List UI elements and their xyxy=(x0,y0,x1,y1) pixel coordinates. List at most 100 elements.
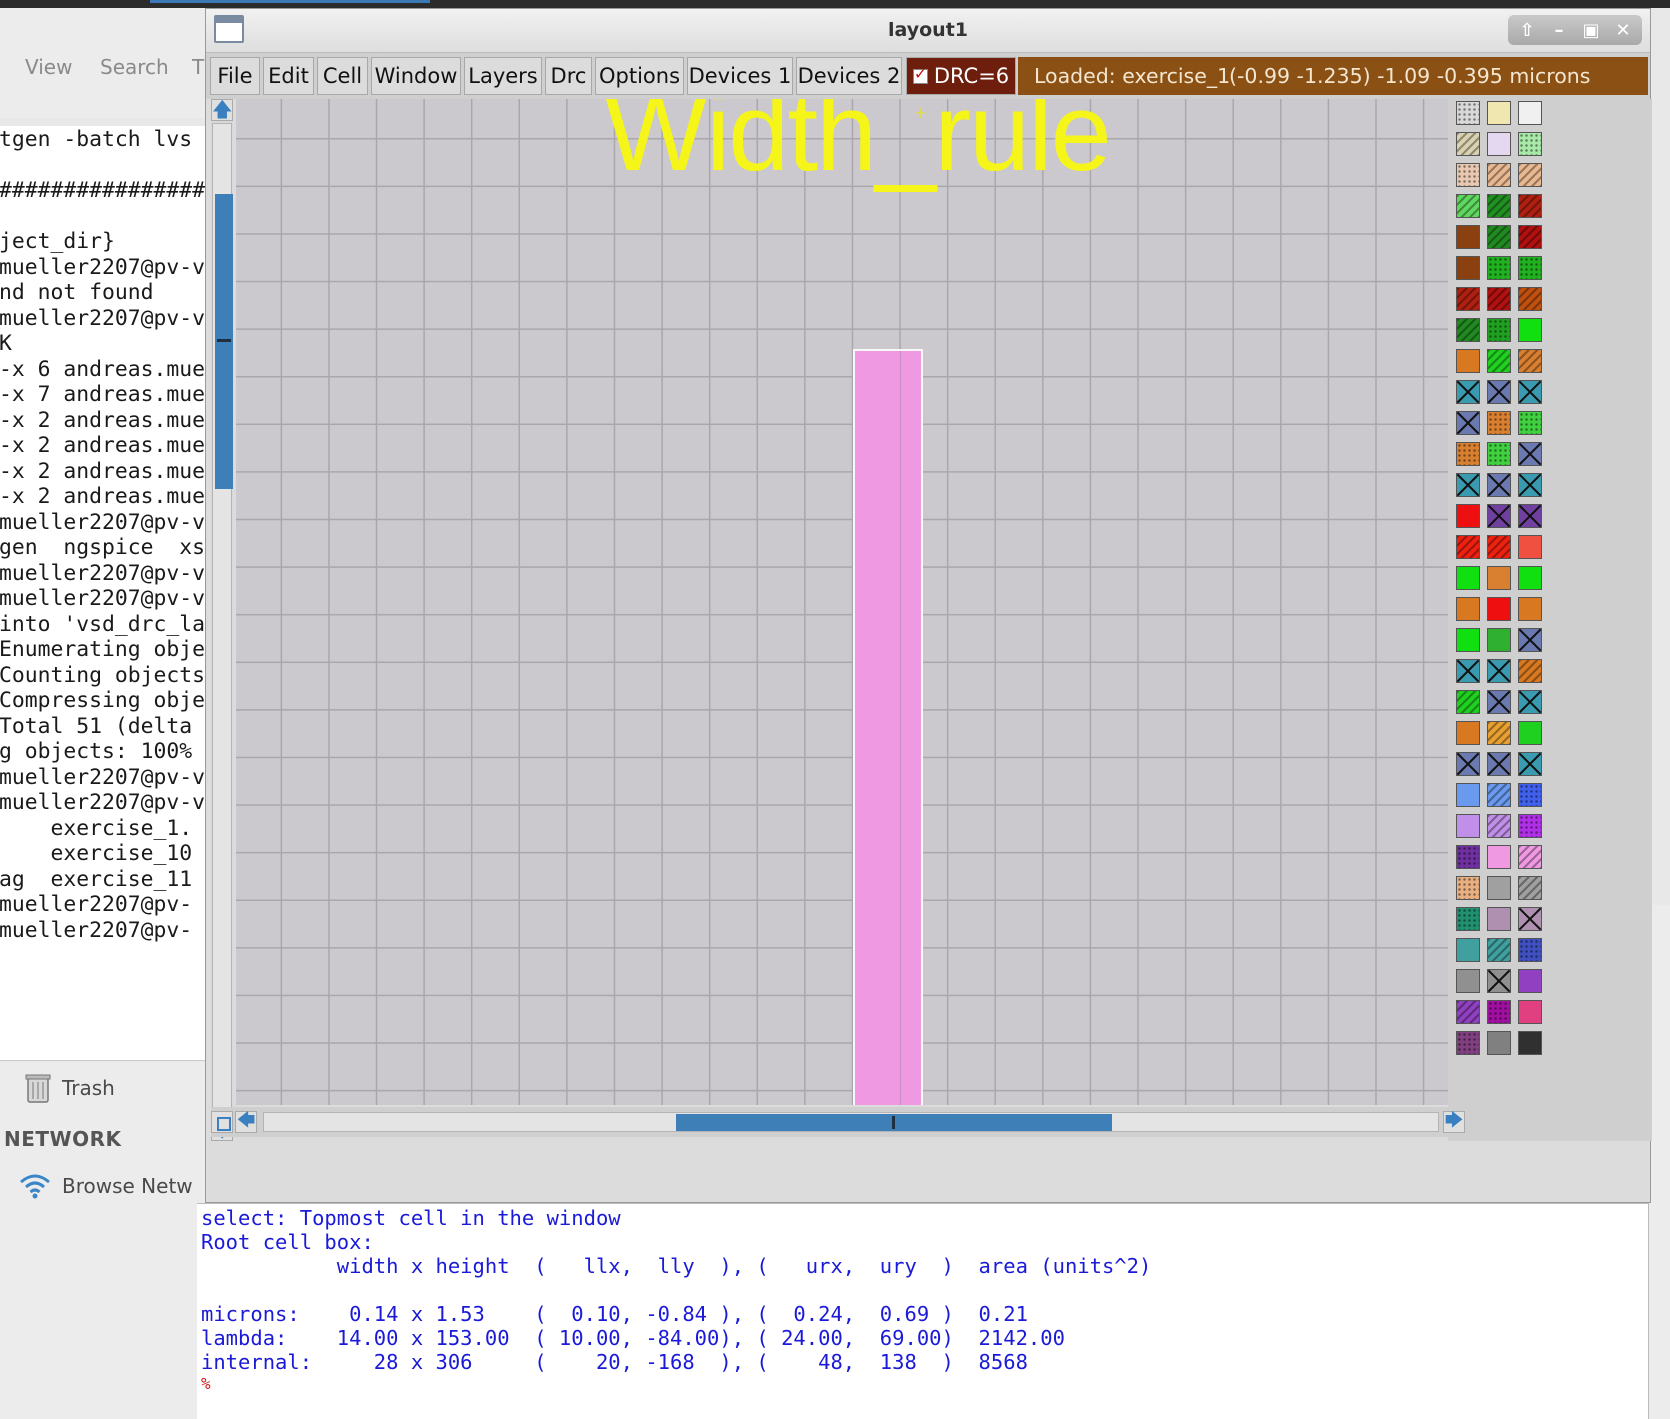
layer-swatch[interactable] xyxy=(1487,876,1511,900)
vertical-scroll-thumb[interactable] xyxy=(215,194,233,489)
layer-swatch[interactable] xyxy=(1487,101,1511,125)
layer-swatch[interactable] xyxy=(1518,752,1542,776)
drc-checkbox[interactable] xyxy=(912,64,928,84)
layer-swatch[interactable] xyxy=(1487,287,1511,311)
menu-options[interactable]: Options xyxy=(595,57,684,95)
menu-cell[interactable]: Cell xyxy=(317,57,368,95)
layer-swatch[interactable] xyxy=(1456,783,1480,807)
vertical-scrollbar[interactable]: 🡅 🡇 xyxy=(211,99,233,1141)
layer-swatch[interactable] xyxy=(1487,504,1511,528)
layer-swatch[interactable] xyxy=(1456,907,1480,931)
layer-swatch[interactable] xyxy=(1518,1000,1542,1024)
layer-swatch[interactable] xyxy=(1456,349,1480,373)
layer-swatch[interactable] xyxy=(1456,566,1480,590)
layer-swatch[interactable] xyxy=(1518,659,1542,683)
layer-swatch[interactable] xyxy=(1487,442,1511,466)
layer-swatch[interactable] xyxy=(1518,442,1542,466)
layer-swatch[interactable] xyxy=(1487,597,1511,621)
layer-swatch[interactable] xyxy=(1456,628,1480,652)
layer-swatch[interactable] xyxy=(1456,597,1480,621)
layer-swatch[interactable] xyxy=(1456,287,1480,311)
layer-swatch[interactable] xyxy=(1518,690,1542,714)
layer-swatch[interactable] xyxy=(1456,876,1480,900)
layer-swatch[interactable] xyxy=(1487,194,1511,218)
layer-swatch[interactable] xyxy=(1487,907,1511,931)
layer-swatch[interactable] xyxy=(1487,690,1511,714)
layer-swatch[interactable] xyxy=(1487,814,1511,838)
terminal-window[interactable]: tgen -batch lvs ################ ject_dir}… xyxy=(0,126,210,1061)
layer-swatch[interactable] xyxy=(1456,1031,1480,1055)
horizontal-scroll-thumb[interactable] xyxy=(676,1114,1112,1131)
layer-swatch[interactable] xyxy=(1456,1000,1480,1024)
layer-swatch[interactable] xyxy=(1487,628,1511,652)
layer-swatch[interactable] xyxy=(1456,442,1480,466)
layer-swatch[interactable] xyxy=(1487,473,1511,497)
layer-swatch[interactable] xyxy=(1518,597,1542,621)
layer-swatch[interactable] xyxy=(1518,721,1542,745)
layer-swatch[interactable] xyxy=(1487,566,1511,590)
menu-devices-2[interactable]: Devices 2 xyxy=(796,57,902,95)
close-icon[interactable]: ✕ xyxy=(1610,15,1636,45)
layer-swatch[interactable] xyxy=(1456,504,1480,528)
layer-swatch[interactable] xyxy=(1456,225,1480,249)
layer-swatch[interactable] xyxy=(1487,659,1511,683)
layer-swatch[interactable] xyxy=(1456,473,1480,497)
layer-swatch[interactable] xyxy=(1456,194,1480,218)
layer-swatch[interactable] xyxy=(1518,566,1542,590)
vertical-scroll-track[interactable] xyxy=(212,123,233,1116)
layer-swatch[interactable] xyxy=(1487,132,1511,156)
layer-swatch[interactable] xyxy=(1487,349,1511,373)
menu-t[interactable]: T xyxy=(192,55,204,79)
layer-swatch[interactable] xyxy=(1518,380,1542,404)
layer-swatch[interactable] xyxy=(1518,287,1542,311)
minimize-icon[interactable]: – xyxy=(1546,15,1572,45)
layer-swatch[interactable] xyxy=(1456,380,1480,404)
scroll-left-arrow-icon[interactable]: 🡄 xyxy=(235,1111,257,1133)
layout-canvas[interactable]: Width_rule + xyxy=(236,99,1448,1105)
layer-swatch[interactable] xyxy=(1518,504,1542,528)
menu-devices-1[interactable]: Devices 1 xyxy=(687,57,793,95)
layer-swatch[interactable] xyxy=(1487,845,1511,869)
layer-swatch[interactable] xyxy=(1487,380,1511,404)
layer-swatch[interactable] xyxy=(1518,318,1542,342)
layer-swatch[interactable] xyxy=(1487,163,1511,187)
layer-swatch[interactable] xyxy=(1456,535,1480,559)
menu-layers[interactable]: Layers xyxy=(464,57,542,95)
layer-swatch[interactable] xyxy=(1518,101,1542,125)
layer-swatch[interactable] xyxy=(1456,132,1480,156)
layer-swatch[interactable] xyxy=(1456,814,1480,838)
layer-swatch[interactable] xyxy=(1518,845,1542,869)
layer-swatch[interactable] xyxy=(1456,752,1480,776)
layer-swatch[interactable] xyxy=(1456,969,1480,993)
menu-view[interactable]: View xyxy=(25,55,72,79)
drc-toggle[interactable]: DRC=6 xyxy=(906,57,1016,95)
layer-swatch[interactable] xyxy=(1487,1000,1511,1024)
scroll-up-arrow-icon[interactable]: 🡅 xyxy=(211,99,233,121)
layer-swatch[interactable] xyxy=(1518,349,1542,373)
layer-swatch[interactable] xyxy=(1518,907,1542,931)
layer-swatch[interactable] xyxy=(1487,721,1511,745)
layer-swatch[interactable] xyxy=(1518,783,1542,807)
console-prompt[interactable]: % xyxy=(201,1374,211,1393)
layer-swatch[interactable] xyxy=(1456,659,1480,683)
layer-swatch[interactable] xyxy=(1487,783,1511,807)
menu-file[interactable]: File xyxy=(210,57,260,95)
menu-edit[interactable]: Edit xyxy=(263,57,314,95)
menu-window[interactable]: Window xyxy=(371,57,461,95)
layer-swatch[interactable] xyxy=(1487,752,1511,776)
layer-swatch[interactable] xyxy=(1518,876,1542,900)
layer-swatch[interactable] xyxy=(1518,473,1542,497)
layer-swatch[interactable] xyxy=(1456,256,1480,280)
layer-swatch[interactable] xyxy=(1456,163,1480,187)
raise-icon[interactable]: ⇧ xyxy=(1514,15,1540,45)
layer-swatch[interactable] xyxy=(1518,938,1542,962)
layer-swatch[interactable] xyxy=(1487,969,1511,993)
layer-swatch[interactable] xyxy=(1518,411,1542,435)
layer-swatch[interactable] xyxy=(1456,690,1480,714)
layer-swatch[interactable] xyxy=(1518,969,1542,993)
layer-swatch[interactable] xyxy=(1518,628,1542,652)
layer-swatch[interactable] xyxy=(1456,318,1480,342)
zoom-home-icon[interactable] xyxy=(211,1111,233,1133)
layer-swatch[interactable] xyxy=(1456,938,1480,962)
layer-swatch[interactable] xyxy=(1518,225,1542,249)
